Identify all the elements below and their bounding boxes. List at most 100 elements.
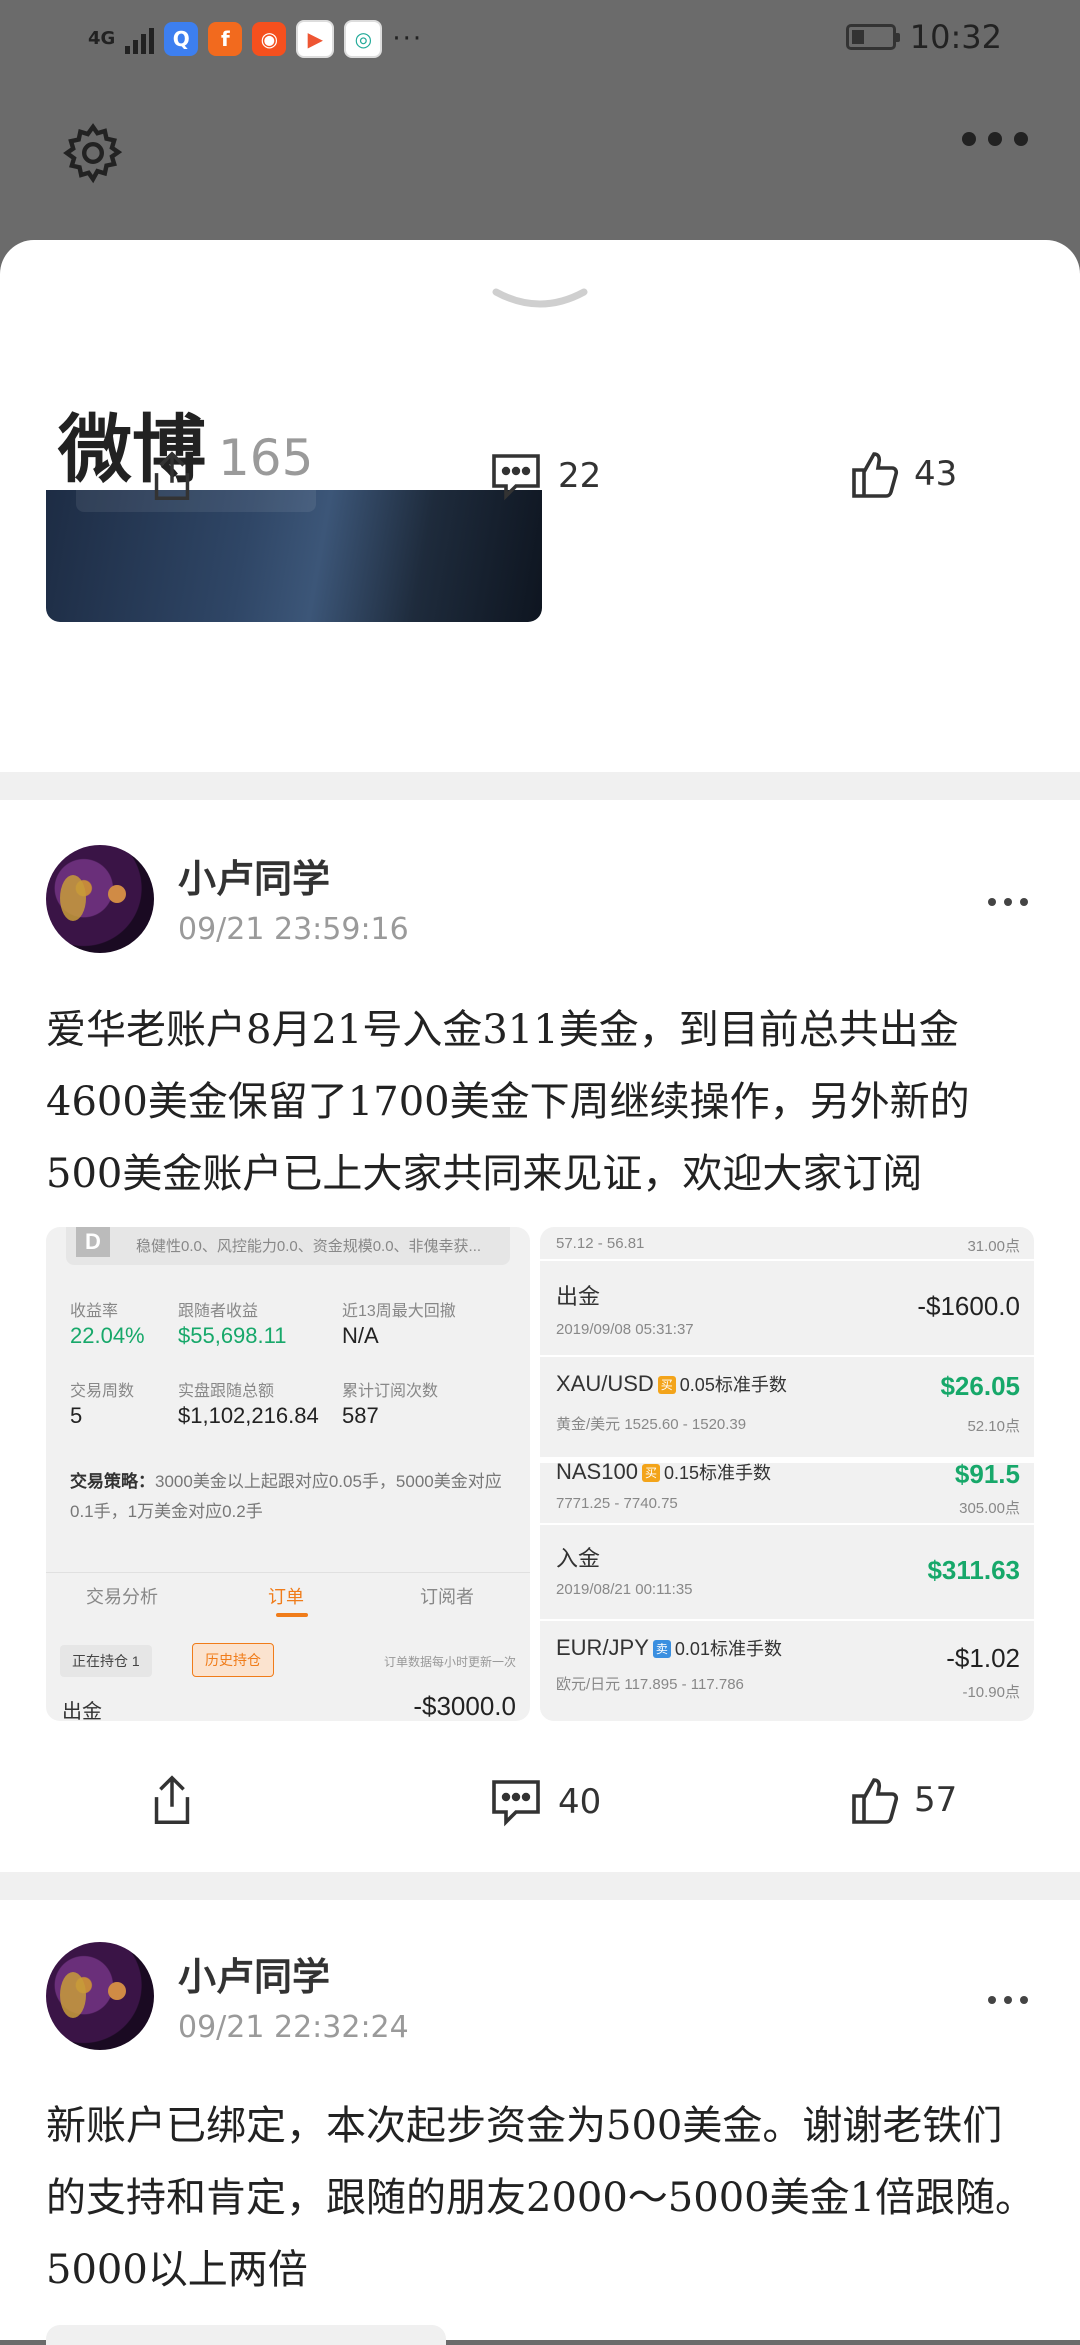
stat-value: 22.04% xyxy=(70,1323,145,1348)
strategy-label: 交易策略： xyxy=(70,1472,155,1491)
post-image-right[interactable]: 57.12 - 56.81 31.00点 出金 2019/09/08 05:31… xyxy=(540,1227,1034,1721)
update-note: 订单数据每小时更新一次 xyxy=(383,1655,516,1669)
stat-value: 587 xyxy=(342,1403,379,1428)
divider xyxy=(0,1872,1080,1900)
divider xyxy=(0,772,1080,800)
browser-icon: Q xyxy=(164,22,199,56)
post-image-left[interactable]: D 稳健性0.0、风控能力0.0、资金规模0.0、非傀幸获... 收益率 22.… xyxy=(46,1227,530,1721)
row-lots: 0.05标准手数 xyxy=(679,1375,787,1395)
post-timestamp: 09/21 23:59:16 xyxy=(178,912,409,947)
row-lots: 0.15标准手数 xyxy=(663,1463,771,1483)
post-more-icon[interactable] xyxy=(988,1996,1028,2004)
username[interactable]: 小卢同学 xyxy=(178,1946,330,2001)
row-value: -$1.02 xyxy=(946,1643,1020,1673)
like-button[interactable]: 43 xyxy=(848,448,957,500)
status-bar: 4G Q f ◉ ▶ ◎ ··· 10:32 xyxy=(0,0,1080,80)
row-sub: 2019/09/08 05:31:37 xyxy=(556,1321,694,1338)
camera-app-icon: ◎ xyxy=(344,20,383,58)
quoted-post-preview[interactable] xyxy=(46,2325,446,2345)
more-options-icon[interactable] xyxy=(962,132,1028,146)
banner-text: 稳健性0.0、风控能力0.0、资金规模0.0、非傀幸获... xyxy=(136,1238,482,1255)
thumbs-up-icon xyxy=(852,1778,899,1824)
row-value: $311.63 xyxy=(927,1555,1020,1585)
tab-subscribers: 订阅者 xyxy=(420,1587,474,1607)
row-title: EUR/JPY xyxy=(556,1635,649,1660)
stat-label: 实盘跟随总额 xyxy=(178,1383,275,1400)
list-item: XAU/USD 买 0.05标准手数 黄金/美元 1525.60 - 1520.39… xyxy=(540,1355,1034,1453)
comment-icon xyxy=(492,1780,540,1827)
chip-history: 历史持仓 xyxy=(192,1643,274,1677)
video-player-icon: ▶ xyxy=(296,20,335,58)
comment-button[interactable]: 40 xyxy=(488,1776,601,1828)
post-card: 小卢同学 09/21 22:32:24 新账户已绑定，本次起步资金为500美金。… xyxy=(0,1900,1080,2345)
stat-label: 近13周最大回撤 xyxy=(342,1303,456,1320)
stat-value: N/A xyxy=(342,1323,379,1348)
range-text: 57.12 - 56.81 xyxy=(556,1235,645,1252)
stat-label: 收益率 xyxy=(70,1303,119,1320)
avatar[interactable] xyxy=(46,1942,154,2050)
row-title: XAU/USD xyxy=(556,1371,654,1396)
signal-icon xyxy=(125,24,155,54)
comment-button[interactable]: 22 xyxy=(488,450,601,502)
share-icon xyxy=(154,1775,190,1825)
like-button[interactable]: 57 xyxy=(848,1774,957,1826)
clock: 10:32 xyxy=(909,18,1002,56)
settings-gear-icon[interactable] xyxy=(60,120,126,186)
stat-value: $1,102,216.84 xyxy=(178,1403,319,1428)
row-points: 305.00点 xyxy=(959,1500,1020,1517)
comment-icon xyxy=(492,454,540,501)
flashlight-app-icon: f xyxy=(208,22,243,56)
row-points: 52.10点 xyxy=(967,1418,1020,1435)
row-value: $26.05 xyxy=(940,1371,1020,1401)
post-more-icon[interactable] xyxy=(988,898,1028,906)
row-points: -10.90点 xyxy=(962,1684,1020,1701)
post-actions: 22 43 xyxy=(0,430,1080,530)
collapse-chevron-icon[interactable] xyxy=(490,286,590,316)
row-sub: 黄金/美元 1525.60 - 1520.39 xyxy=(556,1416,747,1433)
row-value: -$3000.0 xyxy=(413,1691,516,1721)
row-sub: 7771.25 - 7740.75 xyxy=(556,1495,678,1512)
stat-value: $55,698.11 xyxy=(178,1323,287,1348)
share-button[interactable] xyxy=(148,448,196,506)
row-label: 出金 xyxy=(62,1701,102,1721)
post-timestamp: 09/21 22:32:24 xyxy=(178,2010,409,2045)
list-item: NAS100 买 0.15标准手数 7771.25 - 7740.75 $91.5 … xyxy=(540,1457,1034,1525)
points-text: 31.00点 xyxy=(967,1238,1020,1255)
stat-value: 5 xyxy=(70,1403,83,1428)
like-count: 43 xyxy=(914,454,958,494)
strategy: 交易策略：3000美金以上起跟对应0.05手，5000美金对应0.1手，1万美金… xyxy=(70,1467,510,1527)
network-type: 4G xyxy=(88,28,116,49)
row-sub: 欧元/日元 117.895 - 117.786 xyxy=(556,1676,744,1693)
stat-label: 交易周数 xyxy=(70,1383,135,1400)
avatar-placeholder: D xyxy=(76,1227,110,1257)
like-count: 57 xyxy=(914,1780,958,1820)
more-notifications-icon: ··· xyxy=(392,24,424,54)
row-title: 出金 xyxy=(556,1284,601,1309)
post-text: 新账户已绑定，本次起步资金为500美金。谢谢老铁们的支持和肯定，跟随的朋友200… xyxy=(46,2103,1036,2293)
row-lots: 0.01标准手数 xyxy=(674,1639,782,1659)
battery-icon xyxy=(845,24,900,50)
chip-open-positions: 正在持仓 1 xyxy=(60,1645,152,1677)
post-text: 爱华老账户8月21号入金311美金，到目前总共出金4600美金保留了1700美金… xyxy=(46,1007,970,1197)
tab-orders: 订单 xyxy=(268,1587,304,1607)
share-button[interactable] xyxy=(148,1772,196,1830)
buy-tag: 买 xyxy=(657,1376,676,1395)
sell-tag: 卖 xyxy=(652,1640,671,1659)
thumbs-up-icon xyxy=(852,452,899,498)
row-title: NAS100 xyxy=(556,1459,638,1484)
row-value: $91.5 xyxy=(954,1459,1020,1489)
username[interactable]: 小卢同学 xyxy=(178,848,330,903)
comment-count: 40 xyxy=(558,1782,602,1822)
list-item: EUR/JPY 卖 0.01标准手数 欧元/日元 117.895 - 117.786… xyxy=(540,1619,1034,1721)
row-title: 入金 xyxy=(556,1546,601,1571)
tab-analysis: 交易分析 xyxy=(86,1587,158,1607)
avatar[interactable] xyxy=(46,845,154,953)
share-icon xyxy=(154,451,190,501)
post-actions: 40 57 xyxy=(0,1760,1080,1860)
stat-label: 累计订阅次数 xyxy=(342,1383,439,1400)
stat-label: 跟随者收益 xyxy=(178,1303,259,1320)
buy-tag: 买 xyxy=(641,1464,660,1483)
list-item: 入金 2019/08/21 00:11:35 $311.63 xyxy=(540,1523,1034,1621)
profile-banner: D 稳健性0.0、风控能力0.0、资金规模0.0、非傀幸获... xyxy=(66,1227,510,1265)
comment-count: 22 xyxy=(558,456,602,496)
